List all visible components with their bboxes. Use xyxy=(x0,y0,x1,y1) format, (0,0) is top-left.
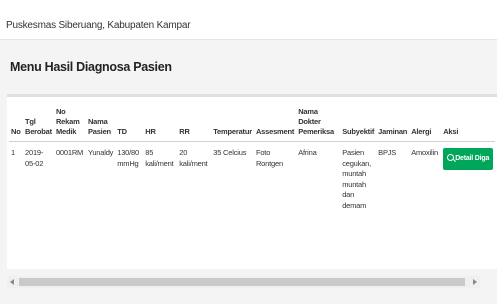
column-header-temperatur: Temperatur xyxy=(211,105,254,142)
search-icon xyxy=(447,154,455,161)
column-header-jaminan: Jaminan xyxy=(376,105,410,142)
cell-td: 130/80 mmHg xyxy=(117,148,139,168)
cell-rr: 20 kali/ment xyxy=(179,148,208,168)
scrollbar-thumb[interactable] xyxy=(19,278,465,286)
cell-subyektif: Pasien cegukan, muntah muntah dan demam xyxy=(342,148,372,210)
detail-diagnosa-button[interactable]: Detail Diga xyxy=(443,148,494,170)
cell-no-rekam-medik: 0001RM xyxy=(55,148,84,157)
scroll-right-arrow-icon[interactable] xyxy=(473,279,477,285)
cell-temperatur: 35 Celcius xyxy=(213,148,247,157)
cell-hr: 85 kali/ment xyxy=(145,148,174,168)
detail-button-label: Detail Diga xyxy=(455,155,490,162)
column-header-no-rekam-medik: No Rekam Medik xyxy=(53,105,86,142)
column-header-aksi: Aksi xyxy=(441,105,496,142)
cell-dokter: Afrina xyxy=(298,148,317,157)
column-header-tgl-berobat: Tgl Berobat xyxy=(23,105,54,142)
cell-alergi: Amoxilin xyxy=(411,148,438,157)
column-header-hr: HR xyxy=(143,105,178,142)
column-header-no: No xyxy=(9,105,23,142)
column-header-alergi: Alergi xyxy=(409,105,442,142)
top-bar: Puskesmas Siberuang, Kabupaten Kampar xyxy=(0,0,497,40)
column-header-td: TD xyxy=(115,105,144,142)
column-header-nama-dokter: Nama Dokter Pemeriksa xyxy=(296,105,341,142)
column-header-subyektif: Subyektif xyxy=(340,105,377,142)
diagnosis-table: No Tgl Berobat No Rekam Medik Nama Pasie… xyxy=(9,105,496,216)
cell-tgl-berobat: 2019-05-02 xyxy=(25,148,44,168)
cell-aksi: Detail Diga xyxy=(441,142,495,216)
table-row: 1 2019-05-02 0001RM Yunaldy 130/80 mmHg … xyxy=(9,142,495,216)
cell-assesment: Foto Rontgen xyxy=(255,148,283,168)
column-header-nama-pasien: Nama Pasien xyxy=(85,105,116,142)
column-header-rr: RR xyxy=(177,105,212,142)
scroll-left-arrow-icon[interactable] xyxy=(10,279,14,285)
page-title: Menu Hasil Diagnosa Pasien xyxy=(10,60,172,74)
column-header-assesment: Assesment xyxy=(253,105,297,142)
horizontal-scrollbar[interactable] xyxy=(7,276,480,288)
site-name: Puskesmas Siberuang, Kabupaten Kampar xyxy=(6,20,191,31)
table-header-row: No Tgl Berobat No Rekam Medik Nama Pasie… xyxy=(9,105,496,142)
cell-no: 1 xyxy=(11,148,15,157)
cell-nama-pasien: Yunaldy xyxy=(87,148,114,157)
cell-jaminan: BPJS xyxy=(378,148,397,157)
diagnosis-table-panel: No Tgl Berobat No Rekam Medik Nama Pasie… xyxy=(7,94,497,269)
